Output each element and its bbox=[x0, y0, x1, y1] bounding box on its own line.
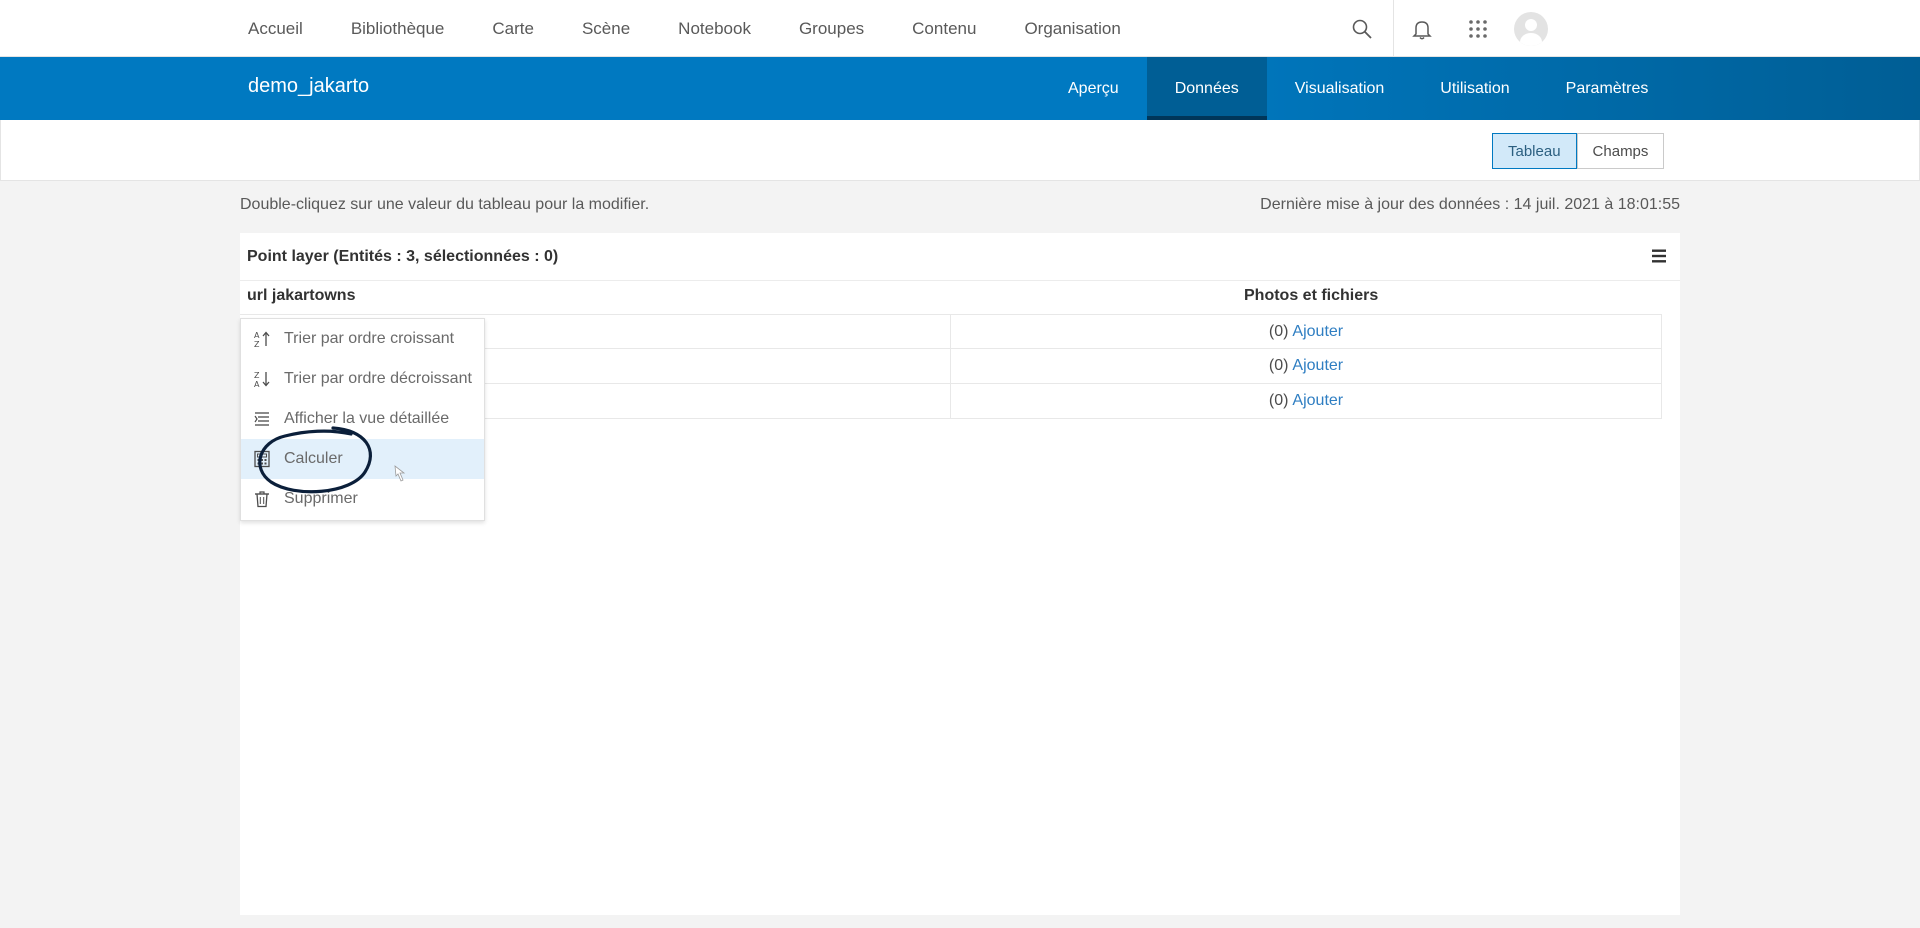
column-context-menu: AZ Trier par ordre croissant ZA Trier pa… bbox=[240, 318, 485, 521]
menu-item-detail-view[interactable]: Afficher la vue détaillée bbox=[241, 399, 484, 439]
add-attachment-link[interactable]: Ajouter bbox=[1292, 323, 1343, 341]
hamburger-menu-icon[interactable] bbox=[1650, 247, 1668, 265]
nav-icons bbox=[1350, 0, 1548, 57]
menu-item-label: Trier par ordre décroissant bbox=[284, 370, 472, 387]
detail-view-icon bbox=[252, 409, 272, 429]
attachments-cell: (0) Ajouter bbox=[951, 315, 1662, 348]
attachment-count: (0) bbox=[1268, 392, 1289, 409]
item-tabs: Aperçu Données Visualisation Utilisation… bbox=[1040, 57, 1676, 120]
nav-link-carte[interactable]: Carte bbox=[492, 19, 534, 39]
svg-text:A: A bbox=[254, 331, 260, 340]
nav-link-organisation[interactable]: Organisation bbox=[1024, 19, 1120, 39]
svg-text:Z: Z bbox=[254, 340, 260, 348]
tab-donnees[interactable]: Données bbox=[1146, 57, 1267, 120]
item-title: demo_jakarto bbox=[248, 75, 370, 97]
toggle-tableau-button[interactable]: Tableau bbox=[1492, 133, 1577, 169]
nav-link-groupes[interactable]: Groupes bbox=[799, 19, 864, 39]
menu-item-delete[interactable]: Supprimer bbox=[241, 479, 484, 519]
menu-item-calculate[interactable]: Calculer bbox=[241, 439, 484, 479]
item-header: demo_jakarto Aperçu Données Visualisatio… bbox=[0, 57, 1920, 120]
column-header-photos[interactable]: Photos et fichiers bbox=[1244, 287, 1378, 305]
add-attachment-link[interactable]: Ajouter bbox=[1292, 357, 1343, 375]
nav-divider bbox=[1393, 0, 1394, 57]
app-launcher-icon[interactable] bbox=[1466, 17, 1490, 41]
table-header: Point layer (Entités : 3, sélectionnées … bbox=[240, 233, 1680, 281]
calculator-icon bbox=[252, 449, 272, 469]
attachments-cell: (0) Ajouter bbox=[951, 384, 1662, 418]
menu-item-label: Afficher la vue détaillée bbox=[284, 410, 450, 427]
svg-text:Z: Z bbox=[254, 371, 260, 380]
nav-link-notebook[interactable]: Notebook bbox=[678, 19, 751, 39]
nav-link-contenu[interactable]: Contenu bbox=[912, 19, 976, 39]
attachment-count: (0) bbox=[1268, 322, 1289, 340]
tab-apercu[interactable]: Aperçu bbox=[1040, 57, 1147, 120]
svg-text:A: A bbox=[254, 380, 260, 388]
sort-descending-icon: ZA bbox=[252, 369, 272, 389]
mouse-cursor-icon bbox=[394, 465, 406, 482]
toggle-champs-button[interactable]: Champs bbox=[1576, 133, 1665, 169]
table-title: Point layer (Entités : 3, sélectionnées … bbox=[247, 248, 559, 265]
top-navigation: Accueil Bibliothèque Carte Scène Noteboo… bbox=[0, 0, 1920, 57]
trash-icon bbox=[252, 489, 272, 509]
view-toggle: Tableau Champs bbox=[1492, 133, 1665, 169]
tab-visualisation[interactable]: Visualisation bbox=[1267, 57, 1413, 120]
tab-parametres[interactable]: Paramètres bbox=[1538, 57, 1677, 120]
view-toggle-bar: Tableau Champs bbox=[0, 120, 1920, 181]
attachment-count: (0) bbox=[1268, 357, 1289, 374]
column-header-url-jakartowns[interactable]: url jakartowns bbox=[247, 287, 355, 305]
tab-utilisation[interactable]: Utilisation bbox=[1412, 57, 1537, 120]
nav-link-accueil[interactable]: Accueil bbox=[248, 19, 303, 39]
sort-ascending-icon: AZ bbox=[252, 329, 272, 349]
menu-item-label: Trier par ordre croissant bbox=[284, 330, 455, 347]
menu-item-sort-ascending[interactable]: AZ Trier par ordre croissant bbox=[241, 319, 484, 359]
menu-item-sort-descending[interactable]: ZA Trier par ordre décroissant bbox=[241, 359, 484, 399]
last-updated: Dernière mise à jour des données : 14 ju… bbox=[1260, 196, 1680, 213]
menu-item-label: Calculer bbox=[284, 450, 343, 467]
nav-links: Accueil Bibliothèque Carte Scène Noteboo… bbox=[248, 0, 1169, 57]
nav-link-bibliotheque[interactable]: Bibliothèque bbox=[351, 19, 445, 39]
add-attachment-link[interactable]: Ajouter bbox=[1292, 392, 1343, 410]
nav-link-scene[interactable]: Scène bbox=[582, 19, 630, 39]
bell-icon[interactable] bbox=[1410, 17, 1434, 41]
search-icon[interactable] bbox=[1350, 17, 1374, 41]
menu-item-label: Supprimer bbox=[284, 490, 358, 507]
attachments-cell: (0) Ajouter bbox=[951, 349, 1662, 383]
edit-hint: Double-cliquez sur une valeur du tableau… bbox=[240, 196, 650, 213]
avatar-icon[interactable] bbox=[1514, 11, 1548, 46]
